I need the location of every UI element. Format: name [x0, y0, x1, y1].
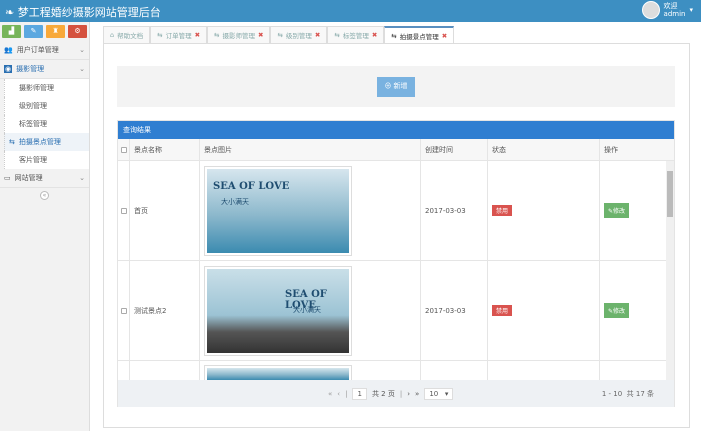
settings-shortcut-button[interactable]: ⚙: [68, 25, 87, 38]
swap-icon: ⇆: [214, 31, 220, 39]
result-panel: 查询结果 景点名称 景点图片 创建时间 状态 操作 首页 SEA OF LOVE…: [117, 120, 675, 407]
chevron-down-icon: ⌄: [79, 65, 85, 73]
total-pages: 共 2 页: [371, 389, 395, 398]
avatar: [641, 1, 660, 19]
stats-shortcut-button[interactable]: ▟: [2, 25, 21, 38]
table-row: 首页 SEA OF LOVE 大小满天 2017-03-03 禁用 ✎修改: [118, 161, 674, 261]
edit-button[interactable]: ✎修改: [604, 203, 630, 218]
pagination: « ‹ | 1 共 2 页 | › » 10 ▾ 1 - 10 共 17 条: [118, 380, 674, 407]
column-header[interactable]: 创建时间: [421, 139, 488, 160]
page-size-select[interactable]: 10 ▾: [424, 387, 454, 400]
collapse-sidebar-button[interactable]: «: [0, 188, 89, 202]
sidebar: ▟ ✎ ♜ ⚙ 👥 用户订单管理 ⌄ ◉ 摄影管理 ⌄ 摄影师管理 级别管理 标签管理 …: [0, 22, 90, 431]
tab-levels[interactable]: ⇆ 级别管理 ✖: [270, 26, 328, 43]
edit-button[interactable]: ✎修改: [604, 303, 630, 318]
swap-icon: ⇆: [157, 31, 163, 39]
add-button[interactable]: ⊕ 新增: [377, 77, 415, 97]
page-input[interactable]: 1: [352, 387, 367, 400]
tab-photographers[interactable]: ⇆ 摄影师管理 ✖: [207, 26, 271, 43]
column-header[interactable]: 景点名称: [130, 139, 200, 160]
tab-bar: ⌂ 帮助文档 ⇆ 订单管理 ✖ ⇆ 摄影师管理 ✖ ⇆ 级别管理 ✖ ⇆ 标签管理 ✖ ⇆ 拍摄景点…: [103, 26, 455, 43]
toolbar: ⊕ 新增: [117, 66, 675, 107]
row-checkbox[interactable]: [121, 307, 127, 314]
users-shortcut-button[interactable]: ♜: [46, 25, 65, 38]
last-page-icon[interactable]: »: [415, 390, 419, 398]
edit-shortcut-button[interactable]: ✎: [24, 25, 43, 38]
result-title: 查询结果: [118, 121, 674, 139]
location-name: 首页: [130, 161, 200, 260]
user-menu[interactable]: 欢迎 admin ▾: [641, 1, 693, 19]
tab-locations[interactable]: ⇆ 拍摄景点管理 ✖: [384, 26, 455, 43]
next-page-icon[interactable]: ›: [407, 390, 410, 398]
tab-tags[interactable]: ⇆ 标签管理 ✖: [327, 26, 385, 43]
welcome-text: 欢迎: [663, 2, 678, 10]
sidebar-subitem-photographers[interactable]: 摄影师管理: [4, 79, 89, 97]
app-title: ❧ 梦工程婚纱摄影网站管理后台: [5, 6, 161, 19]
double-left-icon: «: [40, 190, 49, 200]
column-header[interactable]: 景点图片: [200, 139, 421, 160]
close-icon[interactable]: ✖: [372, 31, 377, 39]
tab-help[interactable]: ⌂ 帮助文档: [103, 26, 151, 43]
created-date: 2017-03-03: [421, 161, 488, 260]
first-page-icon[interactable]: «: [328, 390, 332, 398]
table-header: 景点名称 景点图片 创建时间 状态 操作: [118, 139, 674, 161]
caret-down-icon: ▾: [689, 6, 693, 14]
swap-icon: ⇆: [9, 138, 15, 146]
record-info: 1 - 10 共 17 条: [601, 389, 654, 398]
location-image: SEA OF LOVE 大小满天: [204, 165, 352, 256]
table-scrollbar[interactable]: [666, 161, 674, 380]
swap-icon: ⇆: [277, 31, 283, 39]
status-badge: 禁用: [492, 205, 513, 216]
tab-orders[interactable]: ⇆ 订单管理 ✖: [150, 26, 208, 43]
prev-page-icon[interactable]: ‹: [337, 390, 340, 398]
table-row: [118, 361, 674, 380]
sidebar-item-user-orders[interactable]: 👥 用户订单管理 ⌄: [0, 41, 89, 60]
username: admin: [663, 10, 686, 18]
camera-icon: ◉: [4, 65, 13, 73]
location-name: 测试景点2: [130, 261, 200, 360]
status-badge: 禁用: [492, 305, 513, 316]
sidebar-subitem-levels[interactable]: 级别管理: [4, 97, 89, 115]
chevron-down-icon: ⌄: [79, 174, 85, 182]
location-image: SEA OF LOVE 大小满天: [204, 265, 352, 356]
close-icon[interactable]: ✖: [442, 32, 447, 40]
table-row: 测试景点2 SEA OF LOVE 大小满天 2017-03-03 禁用 ✎修改: [118, 261, 674, 361]
column-header[interactable]: 操作: [600, 139, 666, 160]
sidebar-item-website[interactable]: ▭ 网站管理 ⌄: [0, 169, 89, 188]
swap-icon: ⇆: [334, 31, 340, 39]
top-header: ❧ 梦工程婚纱摄影网站管理后台 欢迎 admin ▾: [0, 0, 701, 22]
sidebar-item-photography[interactable]: ◉ 摄影管理 ⌄: [0, 60, 89, 79]
column-header[interactable]: 状态: [488, 139, 600, 160]
close-icon[interactable]: ✖: [315, 31, 320, 39]
chevron-down-icon: ⌄: [79, 46, 85, 54]
row-checkbox[interactable]: [121, 207, 127, 214]
close-icon[interactable]: ✖: [195, 31, 200, 39]
select-all-checkbox[interactable]: [121, 146, 127, 153]
home-icon: ⌂: [110, 31, 115, 39]
swap-icon: ⇆: [391, 31, 397, 40]
leaf-icon: ❧: [5, 6, 18, 19]
location-image: [204, 365, 352, 380]
close-icon[interactable]: ✖: [258, 31, 263, 39]
sidebar-subitem-client-photos[interactable]: 客片管理: [4, 151, 89, 169]
scrollbar-thumb[interactable]: [667, 171, 673, 217]
main-content: ⊕ 新增 查询结果 景点名称 景点图片 创建时间 状态 操作 首页 SEA OF…: [103, 43, 690, 428]
created-date: 2017-03-03: [421, 261, 488, 360]
users-icon: 👥: [4, 46, 13, 54]
sidebar-subitem-tags[interactable]: 标签管理: [4, 115, 89, 133]
data-table: 景点名称 景点图片 创建时间 状态 操作 首页 SEA OF LOVE 大小满天 …: [118, 139, 674, 380]
monitor-icon: ▭: [4, 174, 11, 182]
sidebar-subitem-locations[interactable]: ⇆ 拍摄景点管理: [4, 133, 89, 151]
